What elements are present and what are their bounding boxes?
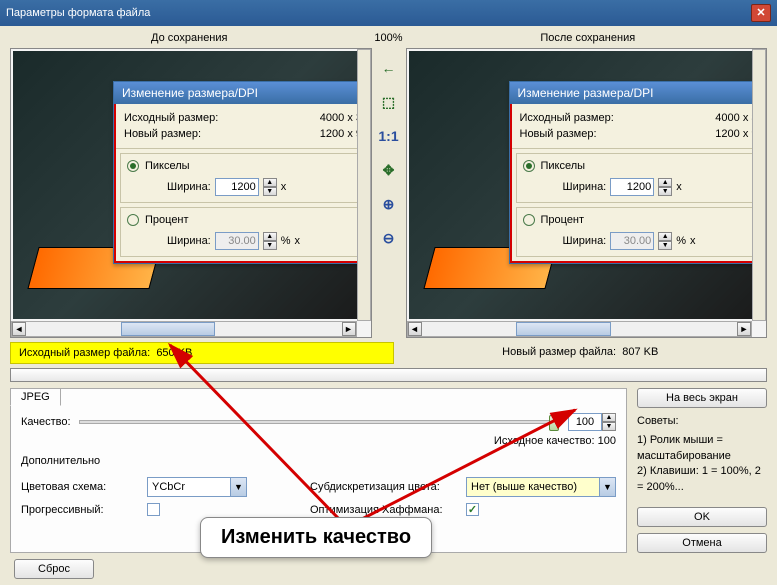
preview-headers: До сохранения 100% После сохранения — [10, 32, 767, 44]
scroll-right-icon[interactable]: ► — [342, 322, 356, 336]
extra-group-label: Дополнительно — [21, 455, 616, 467]
radio-percent-label: Процент — [145, 214, 189, 226]
orig-size-label: Исходный размер: — [124, 112, 218, 124]
color-scheme-label: Цветовая схема: — [21, 481, 141, 493]
spin-up-icon[interactable]: ▲ — [263, 232, 277, 241]
resize-dialog-title: Изменение размера/DPI — [510, 82, 765, 104]
chevron-down-icon[interactable]: ▼ — [230, 478, 246, 496]
preview-image-after[interactable]: Изменение размера/DPI Исходный размер:40… — [409, 51, 765, 319]
tool-column: ← ⬚ 1:1 ✥ ⊕ ⊖ — [376, 48, 402, 338]
tab-jpeg[interactable]: JPEG — [10, 388, 61, 406]
scrollbar-h[interactable]: ◄ ► — [407, 321, 753, 337]
quality-slider[interactable] — [79, 420, 560, 424]
zoom-in-icon[interactable]: ⊕ — [378, 194, 400, 214]
original-quality: Исходное качество: 100 — [21, 435, 616, 447]
preview-after: Изменение размера/DPI Исходный размер:40… — [406, 48, 768, 338]
window-title: Параметры формата файла — [6, 7, 150, 19]
fullscreen-button[interactable]: На весь экран — [637, 388, 767, 408]
spin-down-icon[interactable]: ▼ — [263, 187, 277, 196]
header-after: После сохранения — [409, 32, 768, 44]
back-arrow-icon[interactable]: ← — [378, 58, 400, 78]
huffman-label: Оптимизация Хаффмана: — [310, 504, 460, 516]
one-to-one-icon[interactable]: 1:1 — [378, 126, 400, 146]
radio-percent[interactable] — [523, 214, 535, 226]
scrollbar-v[interactable] — [752, 49, 766, 321]
radio-pixels[interactable] — [127, 160, 139, 172]
x-label: x — [281, 181, 287, 193]
header-before: До сохранения — [10, 32, 369, 44]
reset-button[interactable]: Сброс — [14, 559, 94, 579]
spin-down-icon[interactable]: ▼ — [263, 241, 277, 250]
spin-up-icon[interactable]: ▲ — [602, 413, 616, 422]
resize-dialog-before: Изменение размера/DPI Исходный размер:40… — [113, 81, 369, 264]
annotation-label: Изменить качество — [200, 517, 432, 558]
fit-rect-icon[interactable]: ⬚ — [378, 92, 400, 112]
quality-label: Качество: — [21, 416, 71, 428]
progressive-label: Прогрессивный: — [21, 504, 141, 516]
scroll-thumb[interactable] — [121, 322, 216, 336]
spin-up-icon[interactable]: ▲ — [263, 178, 277, 187]
new-filesize: Новый размер файла: 807 KB — [394, 342, 768, 364]
width-label: Ширина: — [167, 181, 211, 193]
radio-pixels-label: Пикселы — [145, 160, 190, 172]
pct-sign: % — [281, 235, 291, 247]
width-px-input[interactable] — [610, 178, 654, 196]
new-size-label: Новый размер: — [124, 128, 201, 140]
width-label-pct: Ширина: — [167, 235, 211, 247]
progressive-checkbox[interactable] — [147, 503, 160, 516]
quality-value-input[interactable] — [568, 413, 602, 431]
spin-down-icon[interactable]: ▼ — [602, 422, 616, 431]
tip-2: 2) Клавиши: 1 = 100%, 2 = 200%... — [637, 464, 767, 495]
ok-button[interactable]: OK — [637, 507, 767, 527]
move-icon[interactable]: ✥ — [378, 160, 400, 180]
scroll-left-icon[interactable]: ◄ — [12, 322, 26, 336]
resize-dialog-after: Изменение размера/DPI Исходный размер:40… — [509, 81, 765, 264]
scrollbar-v[interactable] — [357, 49, 371, 321]
chevron-down-icon[interactable]: ▼ — [599, 478, 615, 496]
width-px-input[interactable] — [215, 178, 259, 196]
progress-bar — [10, 368, 767, 382]
resize-dialog-title: Изменение размера/DPI — [114, 82, 369, 104]
preview-before: Изменение размера/DPI Исходный размер:40… — [10, 48, 372, 338]
subsampling-label: Субдискретизация цвета: — [310, 481, 460, 493]
tip-1: 1) Ролик мыши = масштабирование — [637, 433, 767, 464]
huffman-checkbox[interactable] — [466, 503, 479, 516]
x-label: x — [295, 235, 301, 247]
close-button[interactable]: ✕ — [751, 4, 771, 22]
zoom-out-icon[interactable]: ⊖ — [378, 228, 400, 248]
slider-thumb[interactable] — [549, 415, 559, 431]
preview-image-before[interactable]: Изменение размера/DPI Исходный размер:40… — [13, 51, 369, 319]
tips-box: Советы: 1) Ролик мыши = масштабирование … — [637, 414, 767, 495]
title-bar: Параметры формата файла ✕ — [0, 0, 777, 26]
width-pct-input[interactable] — [610, 232, 654, 250]
original-filesize-highlight: Исходный размер файла: 650 KB — [10, 342, 394, 364]
radio-percent[interactable] — [127, 214, 139, 226]
width-pct-input[interactable] — [215, 232, 259, 250]
tips-title: Советы: — [637, 414, 767, 429]
header-zoom: 100% — [369, 32, 409, 44]
scrollbar-h[interactable]: ◄ ► — [11, 321, 357, 337]
cancel-button[interactable]: Отмена — [637, 533, 767, 553]
subsampling-combo[interactable]: Нет (выше качество) ▼ — [466, 477, 616, 497]
radio-pixels[interactable] — [523, 160, 535, 172]
color-scheme-combo[interactable]: YCbCr ▼ — [147, 477, 247, 497]
